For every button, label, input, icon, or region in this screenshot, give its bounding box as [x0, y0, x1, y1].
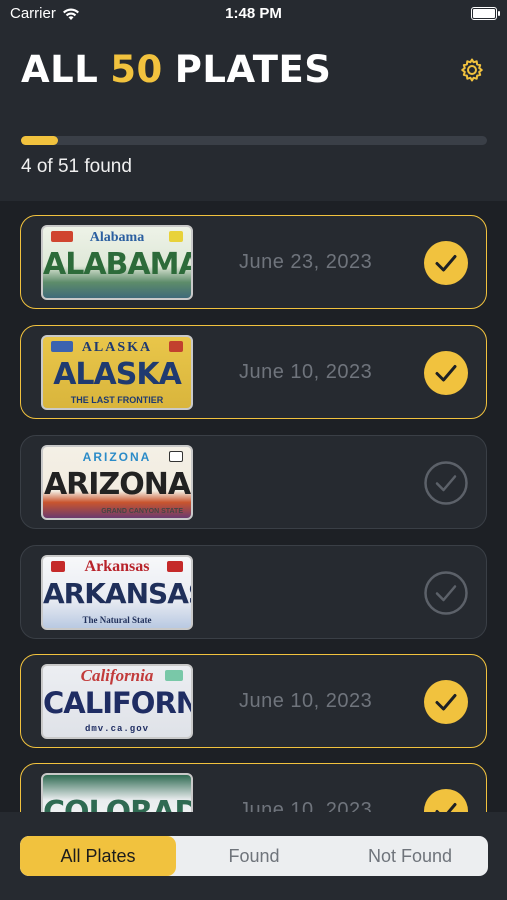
- plate-bottom-text: dmv.ca.gov: [84, 724, 149, 734]
- plate-state-text: COLORADO: [43, 795, 191, 812]
- plate-state-text: ARKANSAS: [43, 577, 193, 610]
- progress-bar: [21, 136, 487, 145]
- checkmark-filled-icon[interactable]: [424, 789, 468, 812]
- plate-bottom-text: The Natural State: [82, 615, 152, 625]
- checkmark-filled-icon[interactable]: [424, 351, 468, 395]
- tab-found[interactable]: Found: [176, 836, 332, 876]
- plate-card-alaska[interactable]: ALASKA ALASKA THE LAST FRONTIER June 10,…: [20, 325, 487, 419]
- plate-state-text: ALASKA: [53, 357, 182, 392]
- plate-top-text: ALASKA: [81, 340, 153, 355]
- status-bar: Carrier 1:48 PM: [0, 0, 507, 28]
- battery-icon: [471, 7, 500, 20]
- checkmark-outline-icon[interactable]: [424, 571, 468, 615]
- checkmark-outline-icon[interactable]: [424, 461, 468, 505]
- plate-bottom-text: GRAND CANYON STATE: [101, 508, 183, 515]
- plate-bottom-text: THE LAST FRONTIER: [70, 395, 164, 405]
- plate-image-alabama: Alabama ALABAMA: [41, 225, 193, 300]
- plate-card-colorado[interactable]: COLORADO June 10, 2023: [20, 763, 487, 812]
- progress-fill: [21, 136, 58, 145]
- title-prefix: ALL: [21, 48, 99, 91]
- bottom-bar: All Plates Found Not Found: [0, 812, 507, 900]
- page-title: ALL 50 PLATES: [21, 48, 331, 91]
- tab-not-found[interactable]: Not Found: [332, 836, 488, 876]
- plate-state-text: ARIZONA: [43, 467, 191, 502]
- plate-image-california: California CALIFORNIA dmv.ca.gov: [41, 664, 193, 739]
- plate-state-text: ALABAMA: [43, 247, 193, 282]
- found-date: June 10, 2023: [239, 361, 373, 383]
- plate-card-arkansas[interactable]: Arkansas ARKANSAS The Natural State: [20, 545, 487, 639]
- plate-card-alabama[interactable]: Alabama ALABAMA June 23, 2023: [20, 215, 487, 309]
- plate-top-text: ARIZONA: [82, 450, 152, 464]
- plate-card-arizona[interactable]: ARIZONA ARIZONA GRAND CANYON STATE: [20, 435, 487, 529]
- plate-card-california[interactable]: California CALIFORNIA dmv.ca.gov June 10…: [20, 654, 487, 748]
- plate-top-text: Arkansas: [84, 558, 150, 575]
- plate-image-arkansas: Arkansas ARKANSAS The Natural State: [41, 555, 193, 630]
- title-suffix: PLATES: [174, 48, 332, 91]
- plate-image-arizona: ARIZONA ARIZONA GRAND CANYON STATE: [41, 445, 193, 520]
- plate-state-text: CALIFORNIA: [43, 686, 191, 720]
- plate-image-alaska: ALASKA ALASKA THE LAST FRONTIER: [41, 335, 193, 410]
- plates-list[interactable]: Alabama ALABAMA June 23, 2023 ALASKA ALA…: [0, 201, 507, 812]
- checkmark-filled-icon[interactable]: [424, 680, 468, 724]
- gear-icon: [461, 58, 483, 82]
- found-date: June 23, 2023: [239, 251, 373, 273]
- checkmark-filled-icon[interactable]: [424, 241, 468, 285]
- filter-segmented-control[interactable]: All Plates Found Not Found: [20, 836, 488, 876]
- settings-button[interactable]: [459, 57, 485, 83]
- found-count: 4 of 51 found: [21, 156, 132, 177]
- plate-top-text: Alabama: [89, 230, 145, 245]
- status-time: 1:48 PM: [225, 5, 282, 22]
- plate-top-text: California: [80, 666, 154, 685]
- found-date: June 10, 2023: [239, 799, 373, 812]
- tab-all-plates[interactable]: All Plates: [20, 836, 176, 876]
- header: Carrier 1:48 PM ALL 50 PLATES 4 of 51 fo…: [0, 0, 507, 201]
- plate-image-colorado: COLORADO: [41, 773, 193, 812]
- title-number: 50: [110, 48, 163, 91]
- found-date: June 10, 2023: [239, 690, 373, 712]
